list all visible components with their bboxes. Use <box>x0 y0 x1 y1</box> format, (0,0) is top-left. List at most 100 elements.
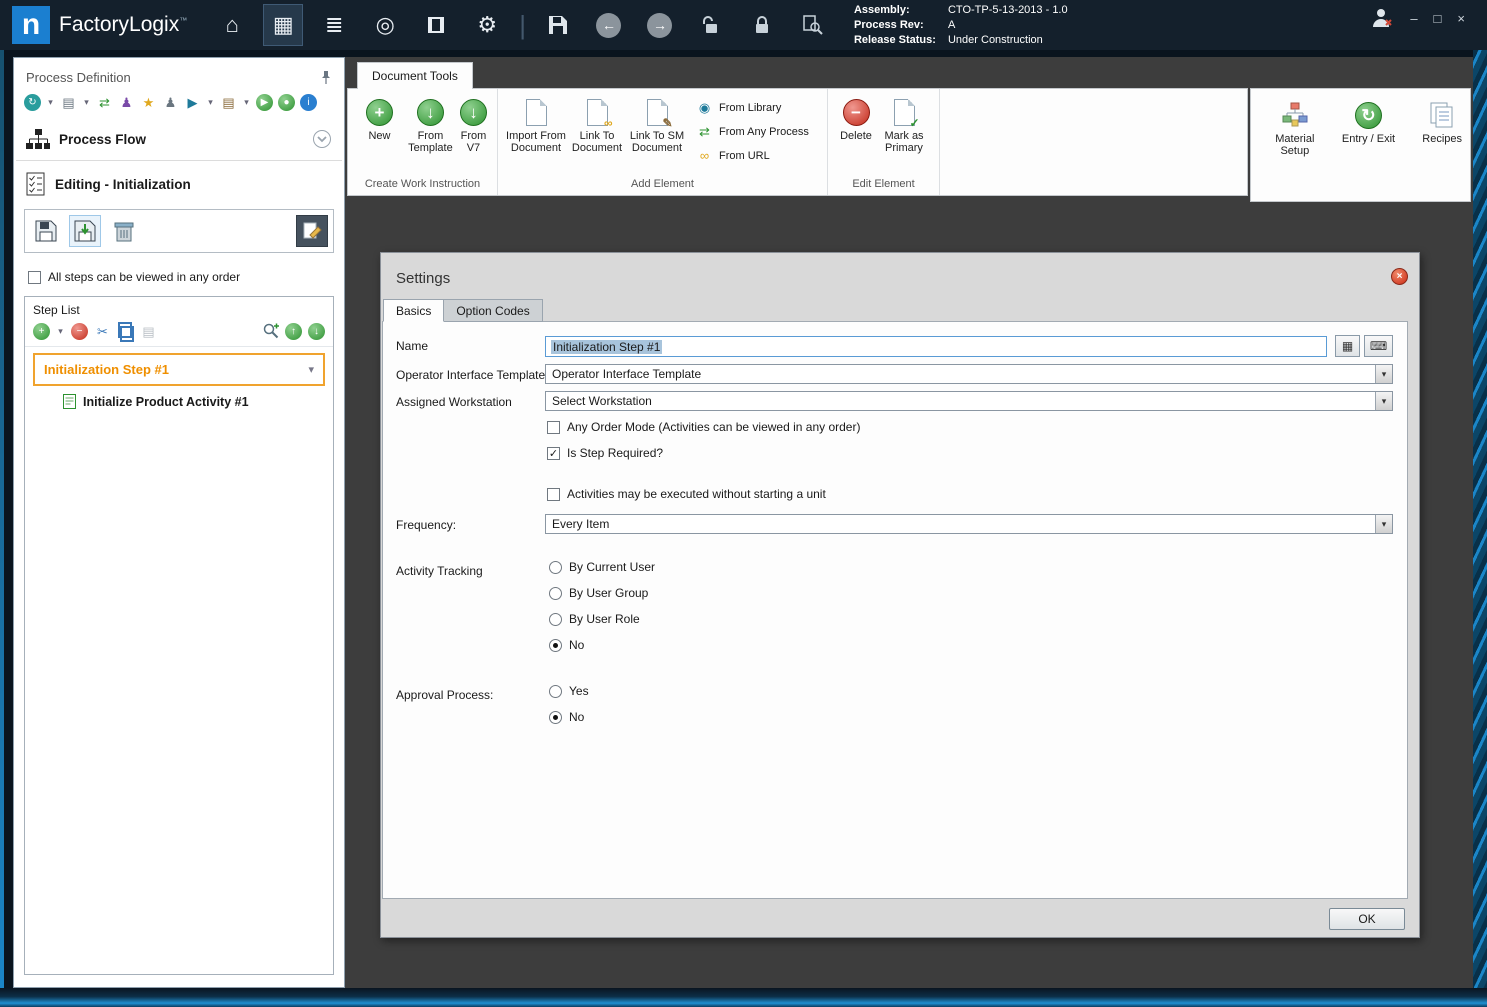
add-step-icon[interactable]: + <box>33 323 50 340</box>
save-step-button[interactable] <box>30 215 62 247</box>
any-order-mode-checkbox[interactable] <box>547 421 560 434</box>
chevron-down-icon[interactable]: ▾ <box>46 94 55 111</box>
keyboard-entry-button[interactable]: ⌨ <box>1364 335 1393 357</box>
without-unit-row: Activities may be executed without start… <box>547 487 826 501</box>
maximize-button[interactable]: □ <box>1434 11 1442 26</box>
move-up-icon[interactable]: ↑ <box>285 323 302 340</box>
home-button[interactable]: ⌂ <box>213 5 251 45</box>
frequency-combo[interactable]: Every Item ▾ <box>545 514 1393 534</box>
operator-interface-combo[interactable]: Operator Interface Template ▾ <box>545 364 1393 384</box>
cut-icon[interactable]: ✂ <box>94 323 111 340</box>
settings-gear-button[interactable]: ⚙ <box>468 5 506 45</box>
documents-button[interactable] <box>417 5 455 45</box>
workstation-value: Select Workstation <box>552 394 1375 408</box>
find-step-icon[interactable] <box>263 323 279 339</box>
forward-button[interactable]: → <box>641 5 679 45</box>
trademark: ™ <box>179 16 187 25</box>
without-unit-label: Activities may be executed without start… <box>567 487 826 501</box>
tab-document-tools[interactable]: Document Tools <box>357 62 473 89</box>
delete-work-instruction-button[interactable] <box>108 215 140 247</box>
chevron-down-icon[interactable]: ▾ <box>82 94 91 111</box>
print-icon[interactable]: ▤ <box>60 94 77 111</box>
mark-as-primary-button[interactable]: ✓ Mark as Primary <box>878 96 930 154</box>
remove-step-icon[interactable]: − <box>71 323 88 340</box>
chevron-down-icon[interactable]: ▾ <box>1375 515 1392 533</box>
tab-option-codes[interactable]: Option Codes <box>444 299 542 322</box>
radio-by-user-group[interactable]: By User Group <box>549 586 648 600</box>
link-to-document-button[interactable]: ∞ Link To Document <box>568 96 626 154</box>
work-instructions-button[interactable]: ▦ <box>264 5 302 45</box>
activity-item[interactable]: Initialize Product Activity #1 <box>25 386 333 417</box>
close-button[interactable]: × <box>1457 11 1465 26</box>
radio-icon <box>549 561 562 574</box>
radio-by-current-user[interactable]: By Current User <box>549 560 655 574</box>
is-step-required-row: ✓ Is Step Required? <box>547 446 663 460</box>
edit-work-instruction-button[interactable] <box>296 215 328 247</box>
from-template-button[interactable]: ↓ From Template <box>405 96 456 154</box>
radio-approval-yes[interactable]: Yes <box>549 684 589 698</box>
from-url-button[interactable]: ∞ From URL <box>696 147 809 164</box>
minimize-button[interactable]: – <box>1410 11 1417 26</box>
save-button[interactable] <box>539 5 577 45</box>
import-template-button[interactable] <box>69 215 101 247</box>
new-button[interactable]: + New <box>354 96 405 142</box>
process-definition-panel: Process Definition ↻ ▾ ▤ ▾ ⇄ ♟ ★ ♟ ▶ ▾ ▤… <box>13 57 345 988</box>
chevron-down-icon[interactable]: ▾ <box>1375 392 1392 410</box>
process-flow-row[interactable]: Process Flow <box>14 118 344 160</box>
chevron-down-icon[interactable]: ▾ <box>242 94 251 111</box>
group-label: Create Work Instruction <box>348 175 497 195</box>
grid-entry-button[interactable]: ▦ <box>1335 335 1360 357</box>
workstation-label: Assigned Workstation <box>396 395 512 409</box>
user-icon[interactable]: ♟ <box>162 94 179 111</box>
any-order-steps-checkbox[interactable] <box>28 271 41 284</box>
import-icon[interactable]: ▤ <box>220 94 237 111</box>
recipes-button[interactable]: Recipes <box>1414 99 1470 145</box>
close-icon[interactable]: × <box>1391 268 1408 285</box>
from-any-process-button[interactable]: ⇄ From Any Process <box>696 123 809 140</box>
step-item-selected[interactable]: Initialization Step #1 ▾ <box>33 353 325 386</box>
process-stack-button[interactable]: ≣ <box>315 5 353 45</box>
ok-button[interactable]: OK <box>1329 908 1405 930</box>
link-to-sm-document-button[interactable]: ✎ Link To SM Document <box>626 96 688 154</box>
info-icon[interactable]: i <box>300 94 317 111</box>
material-setup-button[interactable]: Material Setup <box>1267 99 1323 157</box>
copy-icon[interactable] <box>117 323 134 340</box>
user-role-icon[interactable]: ♟ <box>118 94 135 111</box>
from-library-button[interactable]: ◉ From Library <box>696 99 809 116</box>
import-from-document-button[interactable]: Import From Document <box>504 96 568 154</box>
name-input[interactable]: Initialization Step #1 <box>545 336 1327 357</box>
chevron-down-icon[interactable]: ▾ <box>206 94 215 111</box>
radio-tracking-no[interactable]: No <box>549 638 584 652</box>
group-label: Add Element <box>498 175 827 195</box>
chevron-down-icon[interactable]: ▾ <box>56 323 65 340</box>
pin-icon[interactable] <box>320 70 332 85</box>
compare-icon[interactable]: ⇄ <box>96 94 113 111</box>
compass-button[interactable]: ◎ <box>366 5 404 45</box>
paste-icon[interactable]: ▤ <box>140 323 157 340</box>
back-button[interactable]: ← <box>590 5 628 45</box>
star-icon[interactable]: ★ <box>140 94 157 111</box>
lock-button[interactable] <box>743 5 781 45</box>
without-unit-checkbox[interactable] <box>547 488 560 501</box>
is-step-required-checkbox[interactable]: ✓ <box>547 447 560 460</box>
release-status-label: Release Status: <box>854 33 948 48</box>
entry-exit-button[interactable]: ↻ Entry / Exit <box>1341 99 1397 145</box>
stop-icon[interactable]: ● <box>278 94 295 111</box>
sync-icon[interactable]: ↻ <box>24 94 41 111</box>
delete-button[interactable]: − Delete <box>834 96 878 142</box>
chevron-down-icon[interactable]: ▾ <box>1375 365 1392 383</box>
logout-user-icon[interactable] <box>1370 6 1394 30</box>
move-down-icon[interactable]: ↓ <box>308 323 325 340</box>
chevron-down-icon[interactable]: ▾ <box>308 363 314 376</box>
tab-basics[interactable]: Basics <box>383 299 444 322</box>
export-icon[interactable]: ▶ <box>184 94 201 111</box>
document-icon <box>526 99 547 126</box>
workstation-combo[interactable]: Select Workstation ▾ <box>545 391 1393 411</box>
audit-search-button[interactable] <box>794 5 832 45</box>
play-icon[interactable]: ▶ <box>256 94 273 111</box>
collapse-icon[interactable] <box>312 129 332 149</box>
radio-by-user-role[interactable]: By User Role <box>549 612 640 626</box>
from-v7-button[interactable]: ↓ From V7 <box>456 96 491 154</box>
unlock-button[interactable] <box>692 5 730 45</box>
radio-approval-no[interactable]: No <box>549 710 584 724</box>
